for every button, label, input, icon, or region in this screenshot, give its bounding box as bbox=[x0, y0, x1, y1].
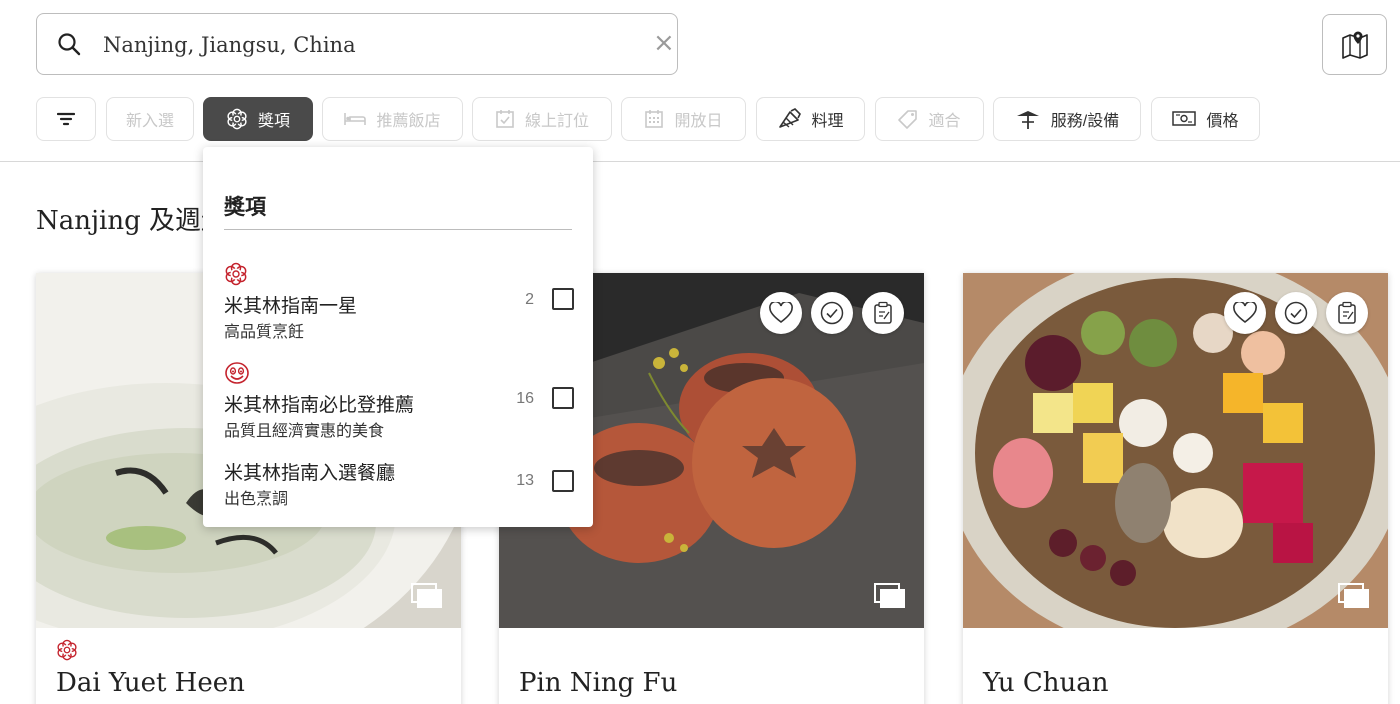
calendar-check-icon bbox=[496, 110, 514, 128]
filter-suitable-button[interactable]: 適合 bbox=[875, 97, 984, 141]
award-option-selected[interactable]: 米其林指南入選餐廳 出色烹調 13 bbox=[224, 458, 574, 513]
restaurant-name[interactable]: Yu Chuan bbox=[983, 668, 1109, 698]
map-view-button[interactable] bbox=[1322, 14, 1387, 75]
filter-services-label: 服務/設備 bbox=[1050, 113, 1120, 130]
heart-icon bbox=[769, 302, 793, 324]
dropdown-title: 獎項 bbox=[224, 196, 266, 219]
filter-new-label: 新入選 bbox=[125, 113, 174, 130]
notes-button[interactable] bbox=[1326, 292, 1368, 334]
filter-awards-label: 獎項 bbox=[257, 113, 290, 130]
gallery-icon bbox=[411, 583, 443, 614]
award-name: 米其林指南入選餐廳 bbox=[224, 463, 396, 484]
filter-hotels-label: 推薦飯店 bbox=[376, 113, 441, 130]
visited-button[interactable] bbox=[811, 292, 853, 334]
dropdown-divider bbox=[224, 229, 572, 230]
umbrella-icon bbox=[1016, 111, 1039, 129]
filter-hotels-button[interactable]: 推薦飯店 bbox=[322, 97, 463, 141]
filter-sort-button[interactable] bbox=[36, 97, 96, 141]
cuisine-icon bbox=[779, 108, 802, 128]
favorite-button[interactable] bbox=[760, 292, 802, 334]
award-name: 米其林指南一星 bbox=[224, 296, 358, 317]
check-circle-icon bbox=[1284, 301, 1308, 325]
bib-gourmand-icon bbox=[224, 361, 250, 390]
clipboard-icon bbox=[874, 301, 892, 324]
restaurant-card[interactable]: Yu Chuan bbox=[963, 273, 1388, 704]
gallery-icon bbox=[874, 583, 906, 614]
search-icon bbox=[57, 32, 81, 56]
visited-button[interactable] bbox=[1275, 292, 1317, 334]
bed-icon bbox=[344, 113, 367, 125]
award-description: 出色烹調 bbox=[224, 491, 289, 508]
search-box[interactable]: × bbox=[36, 13, 678, 75]
michelin-star-icon bbox=[227, 108, 247, 130]
filter-open-days-label: 開放日 bbox=[674, 113, 723, 130]
restaurant-photo[interactable] bbox=[963, 273, 1388, 628]
restaurant-name[interactable]: Dai Yuet Heen bbox=[56, 668, 245, 698]
award-count: 2 bbox=[525, 291, 534, 308]
clipboard-icon bbox=[1338, 301, 1356, 324]
filter-cuisine-label: 料理 bbox=[811, 113, 844, 130]
filter-booking-button[interactable]: 線上訂位 bbox=[472, 97, 612, 141]
award-count: 13 bbox=[516, 472, 534, 489]
filter-suitable-label: 適合 bbox=[928, 113, 961, 130]
heart-icon bbox=[1233, 302, 1257, 324]
michelin-star-icon bbox=[56, 639, 78, 666]
filter-awards-button[interactable]: 獎項 bbox=[203, 97, 313, 141]
award-checkbox[interactable] bbox=[552, 288, 574, 310]
search-input[interactable] bbox=[103, 28, 603, 62]
filter-booking-label: 線上訂位 bbox=[524, 113, 589, 130]
filter-price-label: 價格 bbox=[1206, 113, 1239, 130]
filter-new-button[interactable]: 新入選 bbox=[106, 97, 194, 141]
filter-icon bbox=[57, 112, 75, 126]
award-name: 米其林指南必比登推薦 bbox=[224, 395, 415, 416]
award-count: 16 bbox=[516, 390, 534, 407]
clear-search-icon[interactable]: × bbox=[653, 30, 675, 56]
banknote-icon bbox=[1172, 111, 1197, 126]
michelin-star-icon bbox=[224, 262, 248, 291]
calendar-icon bbox=[645, 110, 664, 128]
page-title: Nanjing 及週邊 bbox=[36, 206, 228, 236]
map-icon bbox=[1341, 31, 1368, 59]
tag-icon bbox=[898, 110, 918, 129]
filter-services-button[interactable]: 服務/設備 bbox=[993, 97, 1141, 141]
award-description: 品質且經濟實惠的美食 bbox=[224, 423, 385, 440]
award-option-one-star[interactable]: 米其林指南一星 高品質烹飪 2 bbox=[224, 262, 574, 342]
notes-button[interactable] bbox=[862, 292, 904, 334]
gallery-icon bbox=[1338, 583, 1370, 614]
filter-open-days-button[interactable]: 開放日 bbox=[621, 97, 746, 141]
award-option-bib-gourmand[interactable]: 米其林指南必比登推薦 品質且經濟實惠的美食 16 bbox=[224, 361, 574, 441]
restaurant-name[interactable]: Pin Ning Fu bbox=[519, 668, 677, 698]
award-checkbox[interactable] bbox=[552, 387, 574, 409]
filter-price-button[interactable]: 價格 bbox=[1151, 97, 1260, 141]
favorite-button[interactable] bbox=[1224, 292, 1266, 334]
award-checkbox[interactable] bbox=[552, 470, 574, 492]
filter-cuisine-button[interactable]: 料理 bbox=[756, 97, 865, 141]
check-circle-icon bbox=[820, 301, 844, 325]
award-description: 高品質烹飪 bbox=[224, 324, 305, 341]
awards-dropdown: 獎項 米其林指南一星 高品質烹飪 2 米其林指南必比登推薦 品質且經濟實惠的美食… bbox=[203, 147, 593, 527]
